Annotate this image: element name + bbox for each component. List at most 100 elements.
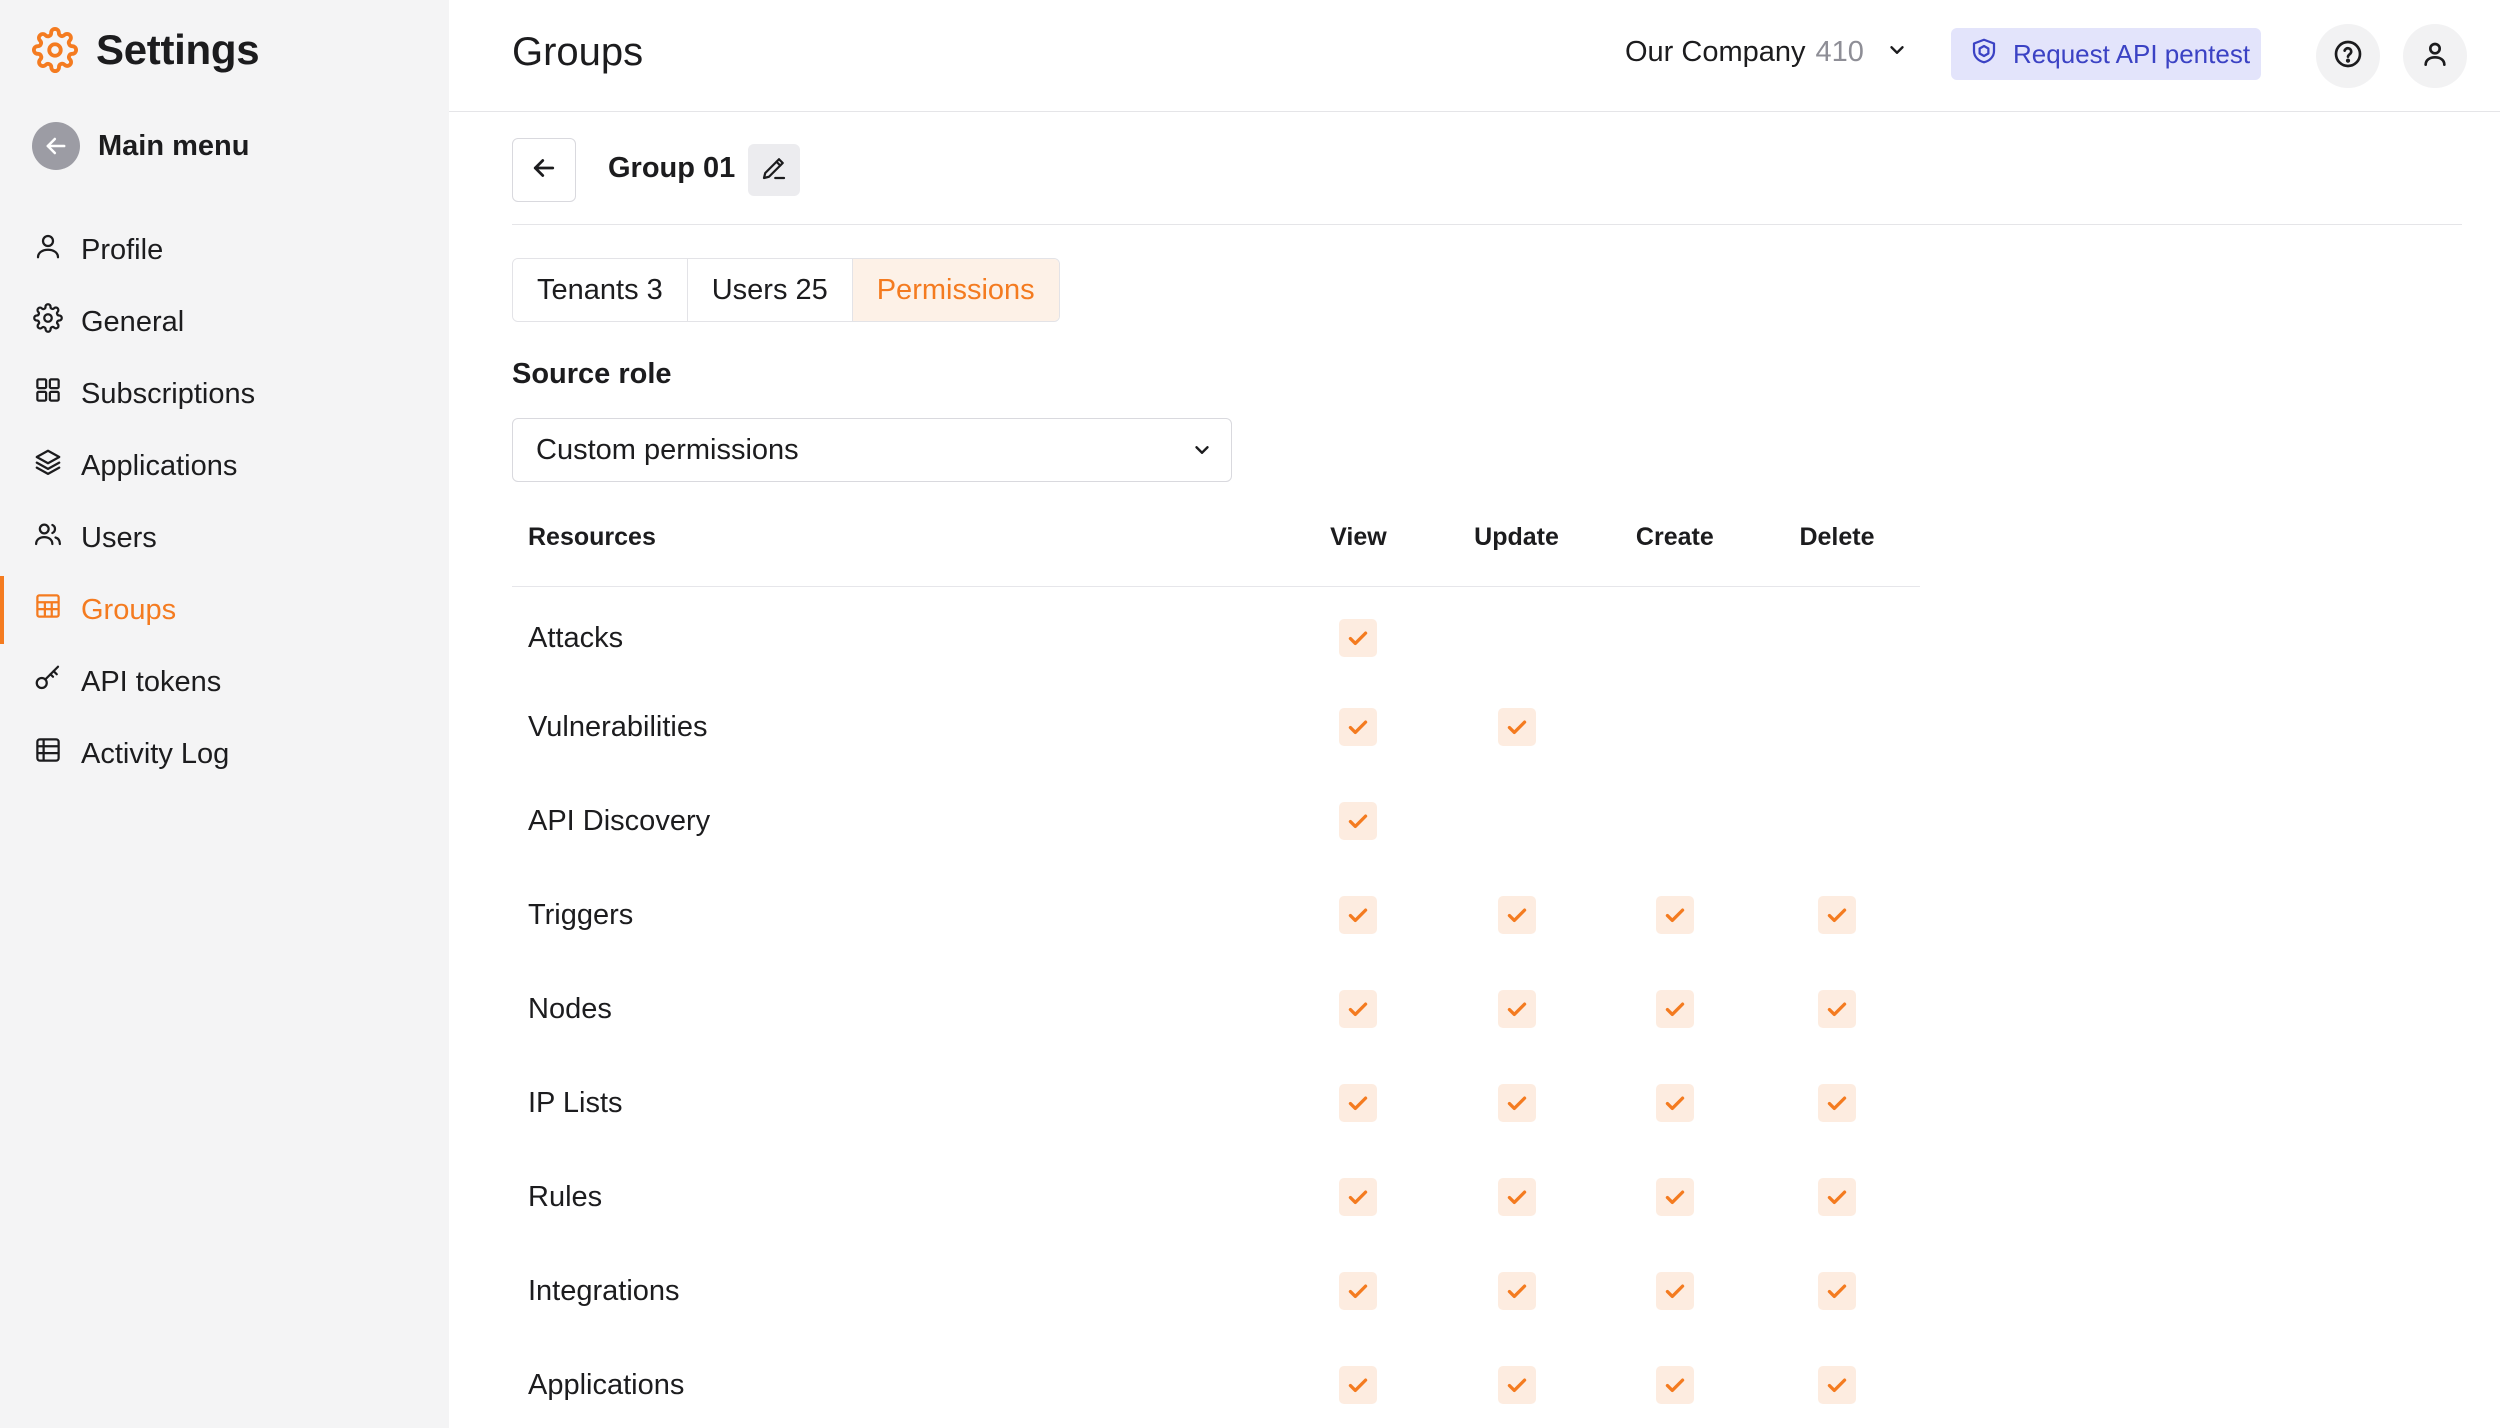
permission-checkbox-update[interactable] [1497, 1178, 1536, 1216]
sidebar-item-label: Users [81, 521, 157, 554]
permission-checkbox-delete[interactable] [1817, 1272, 1856, 1310]
permission-cell-delete [1754, 680, 1920, 774]
permission-checkbox-delete[interactable] [1817, 896, 1856, 934]
permission-cell-view [1280, 868, 1438, 962]
sidebar-item-label: Groups [81, 593, 177, 626]
permission-cell-update [1437, 586, 1595, 680]
main-menu-label: Main menu [98, 129, 250, 162]
checkmark-icon [1662, 1090, 1688, 1116]
sidebar-brand: Settings [32, 26, 260, 74]
sidebar-item-subscriptions[interactable]: Subscriptions [0, 358, 449, 430]
permission-cell-view [1280, 1150, 1438, 1244]
permission-cell-delete [1754, 1056, 1920, 1150]
checkmark-icon [1824, 996, 1850, 1022]
company-name: Our Company [1625, 36, 1806, 68]
permission-checkbox-view[interactable] [1339, 1178, 1378, 1216]
permissions-table: Resources View Update Create Delete Atta… [512, 490, 1920, 1428]
request-api-pentest-button[interactable]: Request API pentest [1951, 28, 2261, 80]
permission-checkbox-create[interactable] [1655, 990, 1694, 1028]
sidebar-nav: Profile General Subscriptions Applicatio… [0, 214, 449, 790]
tab-tenants[interactable]: Tenants 3 [513, 259, 687, 321]
shield-icon [1969, 36, 1999, 73]
resource-name: Rules [528, 1180, 603, 1213]
help-icon [2332, 38, 2364, 75]
gear-icon [32, 27, 78, 73]
permission-checkbox-view[interactable] [1339, 896, 1378, 934]
column-header-view: View [1279, 490, 1438, 587]
permission-cell-create [1596, 774, 1754, 868]
permission-checkbox-view[interactable] [1339, 1272, 1378, 1310]
permission-checkbox-create[interactable] [1655, 896, 1694, 934]
permission-cell-delete [1754, 586, 1920, 680]
checkmark-icon [1345, 808, 1371, 834]
permission-checkbox-view[interactable] [1339, 619, 1378, 658]
sidebar-item-label: Applications [81, 449, 238, 482]
tab-permissions[interactable]: Permissions [851, 259, 1059, 321]
sidebar-title: Settings [96, 26, 260, 73]
permission-cell-create [1596, 962, 1754, 1056]
permission-cell-delete [1754, 868, 1920, 962]
permission-checkbox-update[interactable] [1497, 896, 1536, 934]
checkmark-icon [1345, 902, 1371, 928]
sidebar-item-api-tokens[interactable]: API tokens [0, 646, 449, 718]
checkmark-icon [1662, 1184, 1688, 1210]
permission-cell-update [1437, 868, 1595, 962]
permission-checkbox-delete[interactable] [1817, 990, 1856, 1028]
checkmark-icon [1345, 714, 1371, 740]
help-button[interactable] [2316, 24, 2380, 88]
layers-icon [33, 447, 63, 485]
sidebar-item-activity-log[interactable]: Activity Log [0, 718, 449, 790]
permission-cell-update [1437, 1150, 1595, 1244]
permission-checkbox-create[interactable] [1655, 1272, 1694, 1310]
back-button[interactable] [512, 138, 576, 202]
permission-cell-create [1596, 1150, 1754, 1244]
checkmark-icon [1662, 996, 1688, 1022]
permission-checkbox-view[interactable] [1339, 802, 1378, 840]
permission-cell-update [1437, 1338, 1595, 1428]
main-menu-button[interactable]: Main menu [32, 122, 249, 170]
sidebar-item-label: API tokens [81, 665, 222, 698]
edit-group-name-button[interactable] [748, 144, 800, 196]
permission-checkbox-delete[interactable] [1817, 1366, 1856, 1404]
user-account-button[interactable] [2403, 24, 2467, 88]
permission-checkbox-create[interactable] [1655, 1366, 1694, 1404]
permission-checkbox-delete[interactable] [1817, 1178, 1856, 1216]
permission-checkbox-view[interactable] [1339, 708, 1378, 746]
permission-checkbox-view[interactable] [1339, 1366, 1378, 1404]
sidebar-item-general[interactable]: General [0, 286, 449, 358]
permission-cell-create [1596, 1056, 1754, 1150]
checkmark-icon [1504, 714, 1530, 740]
permission-checkbox-update[interactable] [1497, 1272, 1536, 1310]
permission-checkbox-create[interactable] [1655, 1084, 1694, 1122]
source-role-select[interactable]: Custom permissions [512, 418, 1232, 482]
table-row: IP Lists [512, 1056, 1920, 1150]
resource-name: Integrations [528, 1274, 680, 1307]
permission-checkbox-update[interactable] [1497, 1084, 1536, 1122]
company-count: 410 [1815, 36, 1864, 68]
permission-checkbox-update[interactable] [1497, 708, 1536, 746]
permission-checkbox-update[interactable] [1497, 990, 1536, 1028]
sidebar-item-profile[interactable]: Profile [0, 214, 449, 286]
permission-checkbox-create[interactable] [1655, 1178, 1694, 1216]
checkmark-icon [1662, 1372, 1688, 1398]
sidebar-item-users[interactable]: Users [0, 502, 449, 574]
permission-cell-delete [1754, 962, 1920, 1056]
tab-label: Tenants [537, 273, 639, 306]
tab-users[interactable]: Users 25 [686, 259, 852, 321]
permission-cell-update [1437, 1056, 1595, 1150]
company-selector[interactable]: Our Company 410 [1625, 36, 1908, 69]
sidebar-item-groups[interactable]: Groups [0, 574, 449, 646]
table-row: Attacks [512, 586, 1920, 680]
pencil-icon [759, 153, 789, 188]
permission-checkbox-view[interactable] [1339, 990, 1378, 1028]
permission-cell-view [1280, 680, 1438, 774]
sidebar-item-applications[interactable]: Applications [0, 430, 449, 502]
permission-cell-view [1280, 774, 1438, 868]
group-tabs: Tenants 3 Users 25 Permissions [512, 258, 1060, 322]
main-content: Group 01 Tenants 3 Users 25 Permissions … [512, 112, 2462, 1404]
tab-count: 25 [795, 273, 828, 306]
permission-checkbox-view[interactable] [1339, 1084, 1378, 1122]
permission-checkbox-update[interactable] [1497, 1366, 1536, 1404]
permission-checkbox-delete[interactable] [1817, 1084, 1856, 1122]
page-title: Groups [512, 30, 644, 74]
